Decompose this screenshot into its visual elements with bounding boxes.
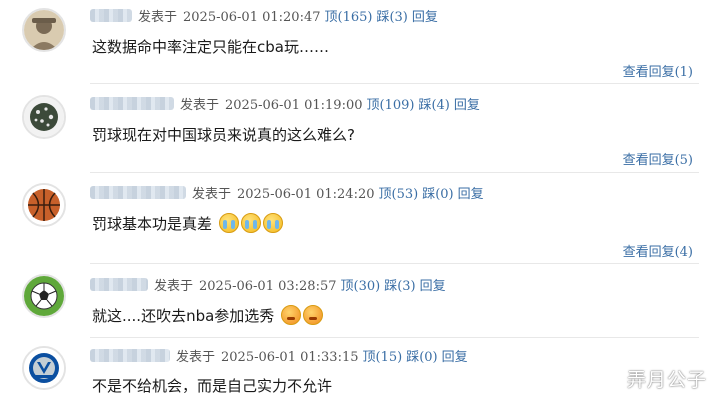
divider	[90, 172, 699, 173]
timestamp: 2025-06-01 03:28:57	[199, 279, 337, 294]
username-blurred[interactable]	[90, 97, 174, 110]
person-photo-icon	[24, 10, 64, 50]
view-replies-link[interactable]: 查看回复(1)	[623, 61, 693, 80]
comment-meta: 发表于 2025-06-01 01:33:15 顶(15) 踩(0) 回复	[90, 349, 468, 366]
avatar[interactable]	[22, 183, 66, 227]
avatar[interactable]	[22, 95, 66, 139]
divider	[90, 337, 699, 338]
reply-button[interactable]: 回复	[458, 187, 484, 202]
username-blurred[interactable]	[90, 9, 132, 22]
crying-emoji-icon	[218, 213, 239, 233]
username-blurred[interactable]	[90, 186, 186, 199]
planet-icon	[24, 97, 64, 137]
divider	[90, 83, 699, 84]
comment-text: 就这....还吹去nba参加选秀	[92, 305, 324, 326]
upvote-button[interactable]: 顶(15)	[363, 350, 403, 365]
downvote-button[interactable]: 踩(3)	[384, 279, 415, 294]
crying-emoji-icon	[262, 213, 283, 233]
posted-label: 发表于	[154, 279, 194, 294]
comment-text-content: 就这....还吹去nba参加选秀	[92, 307, 275, 325]
comment-text: 这数据命中率注定只能在cba玩……	[92, 38, 329, 56]
comment-meta: 发表于 2025-06-01 01:19:00 顶(109) 踩(4) 回复	[90, 97, 480, 114]
view-replies-link[interactable]: 查看回复(5)	[623, 149, 693, 168]
upvote-button[interactable]: 顶(53)	[379, 187, 419, 202]
username-blurred[interactable]	[90, 349, 170, 362]
posted-label: 发表于	[192, 187, 232, 202]
comment-text: 不是不给机会，而是自己实力不允许	[92, 377, 333, 395]
downvote-button[interactable]: 踩(0)	[422, 187, 453, 202]
crying-emoji-icon	[240, 213, 261, 233]
basketball-icon	[24, 185, 64, 225]
comment-text: 罚球基本功是真差	[92, 213, 283, 234]
comment-meta: 发表于 2025-06-01 03:28:57 顶(30) 踩(3) 回复	[90, 278, 446, 295]
timestamp: 2025-06-01 01:20:47	[183, 10, 321, 25]
username-blurred[interactable]	[90, 278, 148, 291]
mavericks-logo-icon	[24, 348, 64, 388]
posted-label: 发表于	[138, 10, 178, 25]
reply-button[interactable]: 回复	[412, 10, 438, 25]
angry-emoji-icon	[303, 305, 324, 325]
upvote-button[interactable]: 顶(109)	[367, 98, 415, 113]
avatar[interactable]	[22, 274, 66, 318]
timestamp: 2025-06-01 01:33:15	[221, 350, 359, 365]
timestamp: 2025-06-01 01:24:20	[237, 187, 375, 202]
posted-label: 发表于	[176, 350, 216, 365]
comment-text-content: 罚球基本功是真差	[92, 215, 213, 233]
comment-meta: 发表于 2025-06-01 01:24:20 顶(53) 踩(0) 回复	[90, 186, 484, 203]
downvote-button[interactable]: 踩(3)	[376, 10, 407, 25]
posted-label: 发表于	[180, 98, 220, 113]
angry-emoji-icon	[281, 305, 302, 325]
reply-button[interactable]: 回复	[442, 350, 468, 365]
downvote-button[interactable]: 踩(0)	[406, 350, 437, 365]
upvote-button[interactable]: 顶(165)	[325, 10, 373, 25]
avatar[interactable]	[22, 8, 66, 52]
timestamp: 2025-06-01 01:19:00	[225, 98, 363, 113]
watermark: 弄月公子	[626, 369, 707, 391]
view-replies-link[interactable]: 查看回复(4)	[623, 241, 693, 260]
soccer-ball-icon	[24, 276, 64, 316]
reply-button[interactable]: 回复	[420, 279, 446, 294]
avatar[interactable]	[22, 346, 66, 390]
downvote-button[interactable]: 踩(4)	[418, 98, 449, 113]
comment-meta: 发表于 2025-06-01 01:20:47 顶(165) 踩(3) 回复	[90, 9, 438, 26]
divider	[90, 263, 699, 264]
reply-button[interactable]: 回复	[454, 98, 480, 113]
comment-text: 罚球现在对中国球员来说真的这么难么?	[92, 126, 355, 144]
upvote-button[interactable]: 顶(30)	[341, 279, 381, 294]
